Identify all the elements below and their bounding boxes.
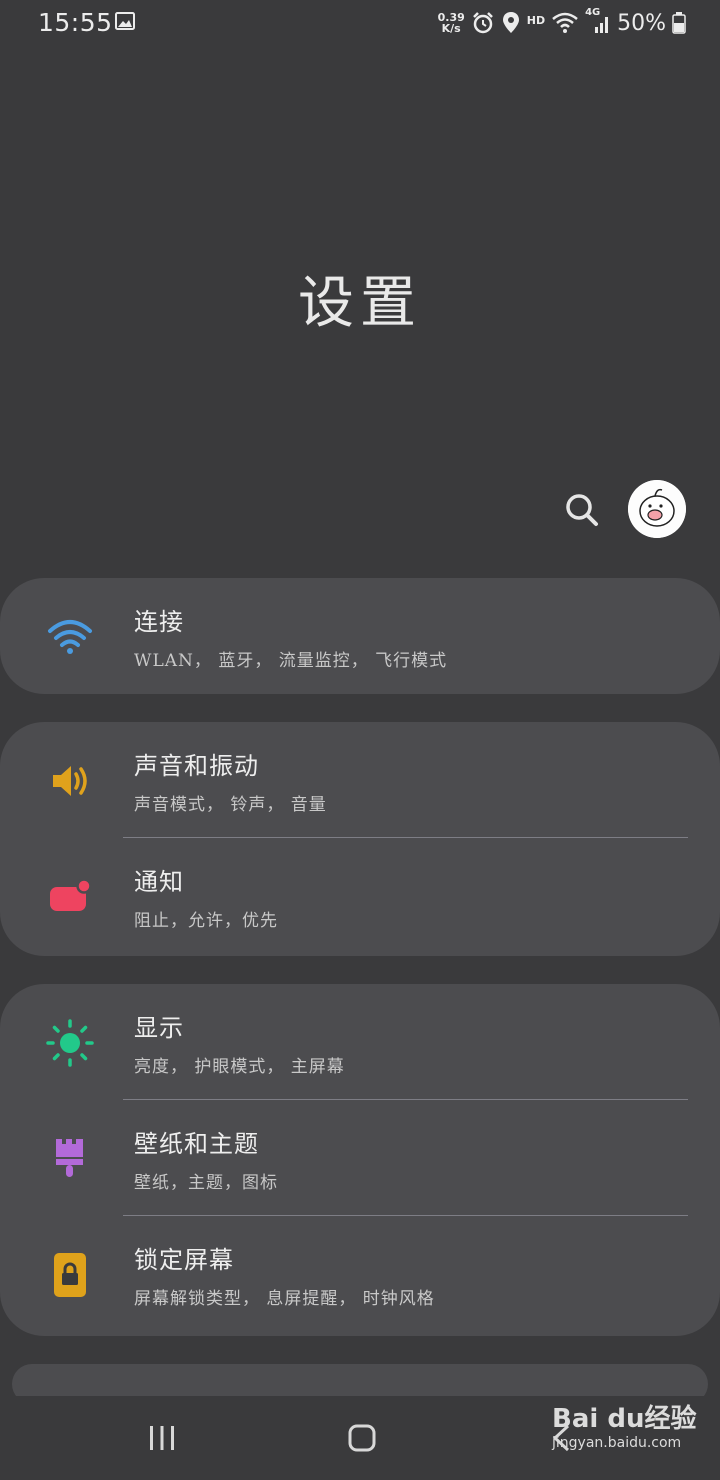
status-bar: 15:55 0.39 K/s HD 4G 50% <box>0 0 720 46</box>
settings-item-title: 锁定屏幕 <box>134 1246 234 1274</box>
settings-item-subtitle: WLAN， 蓝牙， 流量监控， 飞行模式 <box>134 651 448 671</box>
settings-item-title: 显示 <box>134 1014 184 1042</box>
settings-item-notifications[interactable]: 通知 阻止，允许，优先 <box>0 838 720 954</box>
notification-icon <box>44 872 96 922</box>
battery-percent: 50% <box>617 10 666 36</box>
brightness-icon <box>44 1018 96 1068</box>
page-title: 设置 <box>298 271 422 336</box>
settings-item-subtitle: 亮度， 护眼模式， 主屏幕 <box>134 1057 345 1077</box>
settings-group-connections: 连接 WLAN， 蓝牙， 流量监控， 飞行模式 <box>0 578 720 694</box>
settings-item-title: 声音和振动 <box>134 752 259 780</box>
watermark-url: jingyan.baidu.com <box>552 1435 682 1451</box>
settings-group-sound: 声音和振动 声音模式， 铃声， 音量 通知 阻止，允许，优先 <box>0 722 720 956</box>
status-time: 15:55 <box>38 8 113 37</box>
baidu-watermark: Bai du经验 jingyan.baidu.com <box>552 1398 696 1451</box>
settings-item-subtitle: 阻止，允许，优先 <box>134 911 278 931</box>
settings-item-subtitle: 声音模式， 铃声， 音量 <box>134 795 327 815</box>
settings-item-title: 连接 <box>134 608 184 636</box>
avatar-character-icon <box>628 480 686 538</box>
settings-item-lock-screen[interactable]: 锁定屏幕 屏幕解锁类型， 息屏提醒， 时钟风格 <box>0 1216 720 1332</box>
status-icons: 0.39 K/s HD 4G 50% <box>438 7 686 38</box>
lock-icon <box>44 1250 96 1300</box>
home-button[interactable] <box>348 1424 376 1452</box>
gallery-notification-icon <box>115 12 135 30</box>
settings-group-display: 显示 亮度， 护眼模式， 主屏幕 壁纸和主题 壁纸，主题，图标 锁定屏幕 屏幕解… <box>0 984 720 1336</box>
settings-item-wallpaper-themes[interactable]: 壁纸和主题 壁纸，主题，图标 <box>0 1100 720 1216</box>
search-icon[interactable] <box>560 488 604 532</box>
settings-item-subtitle: 壁纸，主题，图标 <box>134 1173 278 1193</box>
network-speed-unit: K/s <box>441 22 461 35</box>
battery-icon <box>672 12 686 34</box>
paintbrush-icon <box>44 1134 96 1184</box>
wifi-status-icon <box>552 12 578 33</box>
profile-avatar[interactable] <box>628 480 686 538</box>
wifi-icon <box>44 612 96 662</box>
network-speed: 0.39 K/s <box>438 12 465 34</box>
watermark-logo-text: Bai du经验 <box>552 1404 697 1434</box>
cellular-signal-icon: 4G <box>585 7 611 35</box>
hd-label: HD <box>526 13 546 27</box>
alarm-icon <box>472 12 493 34</box>
settings-item-display[interactable]: 显示 亮度， 护眼模式， 主屏幕 <box>0 984 720 1100</box>
speaker-icon <box>44 756 96 806</box>
settings-item-title: 壁纸和主题 <box>134 1130 259 1158</box>
settings-item-connections[interactable]: 连接 WLAN， 蓝牙， 流量监控， 飞行模式 <box>0 578 720 694</box>
settings-item-sound[interactable]: 声音和振动 声音模式， 铃声， 音量 <box>0 722 720 838</box>
settings-item-title: 通知 <box>134 868 184 896</box>
location-icon <box>502 12 519 33</box>
settings-item-subtitle: 屏幕解锁类型， 息屏提醒， 时钟风格 <box>134 1289 435 1309</box>
recent-apps-button[interactable] <box>148 1426 176 1450</box>
